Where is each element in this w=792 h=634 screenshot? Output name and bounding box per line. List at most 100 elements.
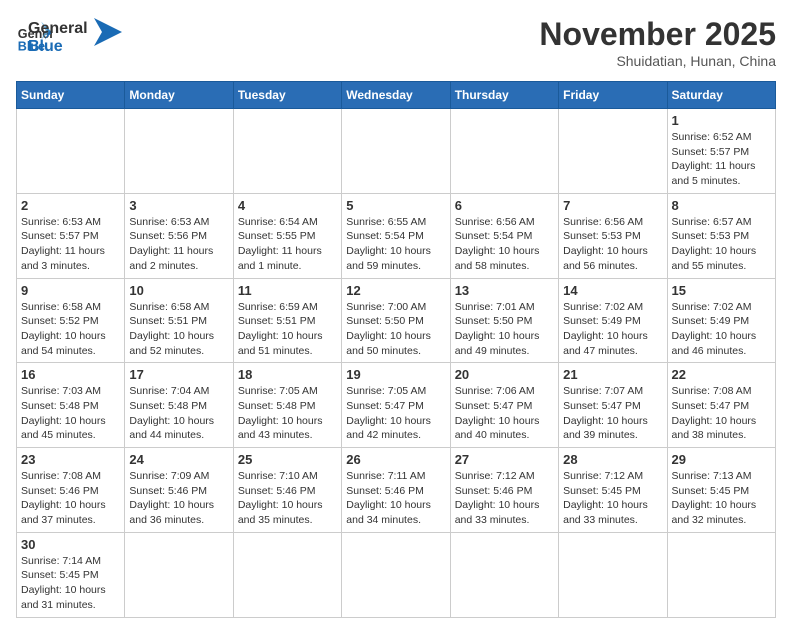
day-info: Sunrise: 7:10 AM Sunset: 5:46 PM Dayligh… <box>238 469 337 528</box>
title-section: November 2025 Shuidatian, Hunan, China <box>539 16 776 69</box>
calendar-day-cell: 29 Sunrise: 7:13 AM Sunset: 5:45 PM Dayli… <box>667 448 775 533</box>
day-info: Sunrise: 6:56 AM Sunset: 5:53 PM Dayligh… <box>563 215 662 274</box>
day-number: 30 <box>21 537 120 552</box>
day-number: 18 <box>238 367 337 382</box>
day-info: Sunrise: 7:00 AM Sunset: 5:50 PM Dayligh… <box>346 300 445 359</box>
day-number: 13 <box>455 283 554 298</box>
day-info: Sunrise: 7:01 AM Sunset: 5:50 PM Dayligh… <box>455 300 554 359</box>
page-header: General Blue General Blue November 2025 … <box>16 16 776 69</box>
calendar-day-cell: 19 Sunrise: 7:05 AM Sunset: 5:47 PM Dayli… <box>342 363 450 448</box>
day-info: Sunrise: 7:13 AM Sunset: 5:45 PM Dayligh… <box>672 469 771 528</box>
calendar-table: SundayMondayTuesdayWednesdayThursdayFrid… <box>16 81 776 618</box>
day-number: 10 <box>129 283 228 298</box>
day-info: Sunrise: 7:02 AM Sunset: 5:49 PM Dayligh… <box>563 300 662 359</box>
day-number: 27 <box>455 452 554 467</box>
day-info: Sunrise: 7:05 AM Sunset: 5:48 PM Dayligh… <box>238 384 337 443</box>
day-number: 3 <box>129 198 228 213</box>
day-number: 5 <box>346 198 445 213</box>
calendar-day-cell: 15 Sunrise: 7:02 AM Sunset: 5:49 PM Dayli… <box>667 278 775 363</box>
calendar-day-cell: 26Sunrise: 7:11 AM Sunset: 5:46 PM Dayli… <box>342 448 450 533</box>
weekday-header-wednesday: Wednesday <box>342 82 450 109</box>
logo-blue-text: Blue <box>28 38 88 56</box>
day-number: 22 <box>672 367 771 382</box>
calendar-day-cell <box>559 109 667 194</box>
calendar-day-cell: 18 Sunrise: 7:05 AM Sunset: 5:48 PM Dayli… <box>233 363 341 448</box>
day-info: Sunrise: 6:57 AM Sunset: 5:53 PM Dayligh… <box>672 215 771 274</box>
calendar-week-row: 9Sunrise: 6:58 AM Sunset: 5:52 PM Daylig… <box>17 278 776 363</box>
calendar-day-cell: 12 Sunrise: 7:00 AM Sunset: 5:50 PM Dayli… <box>342 278 450 363</box>
day-info: Sunrise: 6:55 AM Sunset: 5:54 PM Dayligh… <box>346 215 445 274</box>
calendar-week-row: 2Sunrise: 6:53 AM Sunset: 5:57 PM Daylig… <box>17 193 776 278</box>
calendar-day-cell: 30 Sunrise: 7:14 AM Sunset: 5:45 PM Dayli… <box>17 532 125 617</box>
calendar-day-cell: 24Sunrise: 7:09 AM Sunset: 5:46 PM Dayli… <box>125 448 233 533</box>
day-number: 16 <box>21 367 120 382</box>
day-number: 14 <box>563 283 662 298</box>
weekday-header-sunday: Sunday <box>17 82 125 109</box>
subtitle: Shuidatian, Hunan, China <box>539 53 776 69</box>
calendar-day-cell: 2Sunrise: 6:53 AM Sunset: 5:57 PM Daylig… <box>17 193 125 278</box>
calendar-day-cell <box>342 532 450 617</box>
calendar-day-cell <box>17 109 125 194</box>
day-info: Sunrise: 6:52 AM Sunset: 5:57 PM Dayligh… <box>672 130 771 189</box>
calendar-day-cell: 5 Sunrise: 6:55 AM Sunset: 5:54 PM Daylig… <box>342 193 450 278</box>
calendar-day-cell <box>667 532 775 617</box>
day-number: 7 <box>563 198 662 213</box>
day-number: 17 <box>129 367 228 382</box>
day-info: Sunrise: 6:53 AM Sunset: 5:57 PM Dayligh… <box>21 215 120 274</box>
day-number: 11 <box>238 283 337 298</box>
day-info: Sunrise: 7:03 AM Sunset: 5:48 PM Dayligh… <box>21 384 120 443</box>
day-info: Sunrise: 7:14 AM Sunset: 5:45 PM Dayligh… <box>21 554 120 613</box>
calendar-day-cell: 28Sunrise: 7:12 AM Sunset: 5:45 PM Dayli… <box>559 448 667 533</box>
calendar-day-cell <box>450 109 558 194</box>
calendar-day-cell: 16 Sunrise: 7:03 AM Sunset: 5:48 PM Dayli… <box>17 363 125 448</box>
weekday-header-thursday: Thursday <box>450 82 558 109</box>
weekday-header-monday: Monday <box>125 82 233 109</box>
day-info: Sunrise: 6:56 AM Sunset: 5:54 PM Dayligh… <box>455 215 554 274</box>
day-info: Sunrise: 7:08 AM Sunset: 5:46 PM Dayligh… <box>21 469 120 528</box>
month-title: November 2025 <box>539 16 776 53</box>
day-info: Sunrise: 7:04 AM Sunset: 5:48 PM Dayligh… <box>129 384 228 443</box>
day-info: Sunrise: 7:09 AM Sunset: 5:46 PM Dayligh… <box>129 469 228 528</box>
day-number: 8 <box>672 198 771 213</box>
day-number: 19 <box>346 367 445 382</box>
day-number: 20 <box>455 367 554 382</box>
calendar-day-cell: 22 Sunrise: 7:08 AM Sunset: 5:47 PM Dayli… <box>667 363 775 448</box>
calendar-day-cell: 13 Sunrise: 7:01 AM Sunset: 5:50 PM Dayli… <box>450 278 558 363</box>
day-info: Sunrise: 6:58 AM Sunset: 5:51 PM Dayligh… <box>129 300 228 359</box>
day-number: 29 <box>672 452 771 467</box>
day-number: 26 <box>346 452 445 467</box>
calendar-day-cell: 3 Sunrise: 6:53 AM Sunset: 5:56 PM Daylig… <box>125 193 233 278</box>
logo: General Blue General Blue <box>16 16 122 55</box>
calendar-day-cell <box>450 532 558 617</box>
day-info: Sunrise: 6:53 AM Sunset: 5:56 PM Dayligh… <box>129 215 228 274</box>
calendar-day-cell: 23Sunrise: 7:08 AM Sunset: 5:46 PM Dayli… <box>17 448 125 533</box>
day-number: 21 <box>563 367 662 382</box>
calendar-week-row: 16 Sunrise: 7:03 AM Sunset: 5:48 PM Dayli… <box>17 363 776 448</box>
day-info: Sunrise: 7:05 AM Sunset: 5:47 PM Dayligh… <box>346 384 445 443</box>
day-info: Sunrise: 7:02 AM Sunset: 5:49 PM Dayligh… <box>672 300 771 359</box>
calendar-week-row: 23Sunrise: 7:08 AM Sunset: 5:46 PM Dayli… <box>17 448 776 533</box>
day-number: 15 <box>672 283 771 298</box>
calendar-day-cell: 8 Sunrise: 6:57 AM Sunset: 5:53 PM Daylig… <box>667 193 775 278</box>
day-info: Sunrise: 6:54 AM Sunset: 5:55 PM Dayligh… <box>238 215 337 274</box>
day-info: Sunrise: 7:08 AM Sunset: 5:47 PM Dayligh… <box>672 384 771 443</box>
day-info: Sunrise: 7:06 AM Sunset: 5:47 PM Dayligh… <box>455 384 554 443</box>
weekday-header-row: SundayMondayTuesdayWednesdayThursdayFrid… <box>17 82 776 109</box>
day-info: Sunrise: 6:58 AM Sunset: 5:52 PM Dayligh… <box>21 300 120 359</box>
calendar-day-cell: 1 Sunrise: 6:52 AM Sunset: 5:57 PM Daylig… <box>667 109 775 194</box>
day-info: Sunrise: 7:12 AM Sunset: 5:45 PM Dayligh… <box>563 469 662 528</box>
day-number: 1 <box>672 113 771 128</box>
calendar-day-cell <box>233 532 341 617</box>
weekday-header-saturday: Saturday <box>667 82 775 109</box>
day-number: 12 <box>346 283 445 298</box>
calendar-day-cell: 7 Sunrise: 6:56 AM Sunset: 5:53 PM Daylig… <box>559 193 667 278</box>
logo-general-text: General <box>28 20 88 38</box>
weekday-header-tuesday: Tuesday <box>233 82 341 109</box>
day-number: 4 <box>238 198 337 213</box>
weekday-header-friday: Friday <box>559 82 667 109</box>
logo-arrow-icon <box>94 18 122 46</box>
day-info: Sunrise: 7:07 AM Sunset: 5:47 PM Dayligh… <box>563 384 662 443</box>
calendar-day-cell: 11Sunrise: 6:59 AM Sunset: 5:51 PM Dayli… <box>233 278 341 363</box>
calendar-day-cell <box>559 532 667 617</box>
calendar-week-row: 30 Sunrise: 7:14 AM Sunset: 5:45 PM Dayli… <box>17 532 776 617</box>
